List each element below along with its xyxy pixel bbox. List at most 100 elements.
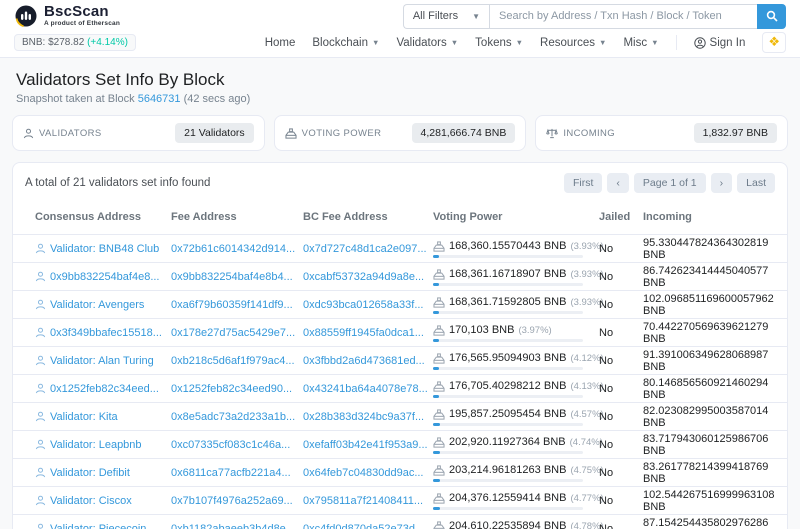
fee-address-link[interactable]: 0x6811ca77acfb221a4... bbox=[171, 467, 291, 479]
table-body: Validator: BNB48 Club 0x72b61c6014342d91… bbox=[13, 235, 787, 529]
consensus-address-link[interactable]: 0x3f349bbafec15518... bbox=[50, 327, 162, 339]
jailed-value: No bbox=[599, 382, 614, 395]
nav-item-home[interactable]: Home bbox=[265, 37, 296, 49]
fee-address-link[interactable]: 0xb218c5d6af1f979ac4... bbox=[171, 355, 295, 367]
person-icon bbox=[35, 411, 46, 422]
table-row: Validator: Piececoin 0xb1182abaeeb3b4d8e… bbox=[13, 515, 787, 529]
bc-fee-address-link[interactable]: 0xefaff03b42e41f953a9... bbox=[303, 439, 428, 451]
fee-address-link[interactable]: 0xa6f79b60359f141df9... bbox=[171, 299, 293, 311]
validators-icon bbox=[23, 128, 34, 139]
consensus-address-link[interactable]: Validator: Avengers bbox=[50, 299, 144, 311]
voting-power-value: 203,214.96181263 BNB bbox=[449, 464, 567, 476]
voting-power-bar bbox=[433, 451, 583, 454]
sign-in-button[interactable]: Sign In bbox=[693, 37, 745, 49]
search-bar: All Filters ▼ bbox=[402, 3, 786, 29]
table-row: 0x1252feb82c34eed... 0x1252feb82c34eed90… bbox=[13, 375, 787, 403]
table-row: Validator: Ciscox 0x7b107f4976a252a69...… bbox=[13, 487, 787, 515]
voting-power-fill bbox=[433, 423, 440, 426]
consensus-address-link[interactable]: 0x1252feb82c34eed... bbox=[50, 383, 159, 395]
consensus-address-link[interactable]: Validator: Leapbnb bbox=[50, 439, 142, 451]
consensus-address-link[interactable]: Validator: Alan Turing bbox=[50, 355, 154, 367]
voting-power-value: 168,360.15570443 BNB bbox=[449, 240, 567, 252]
nav-item-blockchain[interactable]: Blockchain ▼ bbox=[312, 37, 379, 49]
nav-item-resources[interactable]: Resources ▼ bbox=[540, 37, 606, 49]
nav-bar: BNB: $278.82 (+4.14%) Home Blockchain ▼ … bbox=[0, 32, 800, 58]
voting-power-value: 168,361.71592805 BNB bbox=[449, 296, 567, 308]
consensus-address-link[interactable]: 0x9bb832254baf4e8... bbox=[50, 271, 160, 283]
table-row: Validator: Avengers 0xa6f79b60359f141df9… bbox=[13, 291, 787, 319]
chevron-down-icon: ▼ bbox=[651, 38, 659, 47]
bc-fee-address-link[interactable]: 0xcabf53732a94d9a8e... bbox=[303, 271, 424, 283]
consensus-address-link[interactable]: Validator: Ciscox bbox=[50, 495, 132, 507]
bnb-price-change: (+4.14%) bbox=[87, 37, 128, 48]
bc-fee-address-link[interactable]: 0x3fbbd2a6d473681ed... bbox=[303, 355, 425, 367]
search-button[interactable] bbox=[757, 3, 786, 29]
incoming-stat-card: INCOMING 1,832.97 BNB bbox=[535, 115, 789, 151]
search-input[interactable] bbox=[489, 3, 757, 29]
fee-address-link[interactable]: 0x8e5adc73a2d233a1b... bbox=[171, 411, 295, 423]
fee-address-link[interactable]: 0xb1182abaeeb3b4d8e... bbox=[171, 523, 295, 529]
voting-power-value: 176,565.95094903 BNB bbox=[449, 352, 567, 364]
incoming-value: 95.330447824364302819 BNB bbox=[643, 236, 769, 261]
page-content: Validators Set Info By Block Snapshot ta… bbox=[0, 58, 800, 529]
voting-power-stat-card: VOTING POWER 4,281,666.74 BNB bbox=[273, 115, 527, 151]
jailed-value: No bbox=[599, 298, 614, 311]
fee-address-link[interactable]: 0xc07335cf083c1c46a... bbox=[171, 439, 290, 451]
nav-item-tokens[interactable]: Tokens ▼ bbox=[475, 37, 523, 49]
fee-address-link[interactable]: 0x72b61c6014342d914... bbox=[171, 243, 295, 255]
bc-fee-address-link[interactable]: 0xc4fd0d870da52e73d... bbox=[303, 523, 424, 529]
voting-power-bar bbox=[433, 507, 583, 510]
ballot-box-icon bbox=[433, 436, 445, 448]
bnb-price-badge: BNB: $278.82 (+4.14%) bbox=[14, 34, 136, 51]
voting-power-value: 176,705.40298212 BNB bbox=[449, 380, 567, 392]
consensus-address-link[interactable]: Validator: Defibit bbox=[50, 467, 130, 479]
pagination-first-button[interactable]: First bbox=[564, 173, 603, 193]
block-number-link[interactable]: 5646731 bbox=[138, 93, 181, 105]
jailed-value: No bbox=[599, 326, 614, 339]
incoming-stat-label: INCOMING bbox=[563, 127, 616, 139]
bc-fee-address-link[interactable]: 0x28b383d324bc9a37f... bbox=[303, 411, 424, 423]
nav-item-misc[interactable]: Misc ▼ bbox=[623, 37, 658, 49]
bc-fee-address-link[interactable]: 0xdc93bca012658a33f... bbox=[303, 299, 424, 311]
column-header-jailed: Jailed bbox=[599, 210, 631, 223]
voting-power-value: 168,361.16718907 BNB bbox=[449, 268, 567, 280]
fee-address-link[interactable]: 0x9bb832254baf4e8b4... bbox=[171, 271, 293, 283]
chevron-down-icon: ▼ bbox=[515, 38, 524, 47]
person-icon bbox=[35, 355, 46, 366]
pagination-prev-button[interactable]: ‹ bbox=[607, 173, 629, 193]
ballot-box-icon bbox=[433, 324, 445, 336]
fee-address-link[interactable]: 0x178e27d75ac5429e7... bbox=[171, 327, 295, 339]
jailed-value: No bbox=[599, 410, 614, 423]
bc-fee-address-link[interactable]: 0x7d727c48d1ca2e097... bbox=[303, 243, 427, 255]
table-summary: A total of 21 validators set info found bbox=[25, 177, 211, 189]
ballot-box-icon bbox=[433, 408, 445, 420]
table-row: Validator: Leapbnb 0xc07335cf083c1c46a..… bbox=[13, 431, 787, 459]
fee-address-link[interactable]: 0x1252feb82c34eed90... bbox=[171, 383, 292, 395]
pagination-next-button[interactable]: › bbox=[710, 173, 733, 193]
bc-fee-address-link[interactable]: 0x64feb7c04830dd9ac... bbox=[303, 467, 424, 479]
voting-power-bar bbox=[433, 255, 583, 258]
bc-fee-address-link[interactable]: 0x43241ba64a4078e78... bbox=[303, 383, 428, 395]
bc-fee-address-link[interactable]: 0x88559ff1945fa0dca1... bbox=[303, 327, 424, 339]
pagination-last-button[interactable]: Last bbox=[737, 173, 775, 193]
fee-address-link[interactable]: 0x7b107f4976a252a69... bbox=[171, 495, 293, 507]
table-header-row: Consensus Address Fee Address BC Fee Add… bbox=[13, 203, 787, 235]
search-filter-dropdown[interactable]: All Filters ▼ bbox=[402, 3, 489, 29]
voting-power-value: 204,610.22535894 BNB bbox=[449, 520, 567, 529]
incoming-value: 80.146856560921460294 BNB bbox=[643, 376, 769, 401]
voting-power-bar bbox=[433, 311, 583, 314]
consensus-address-link[interactable]: Validator: BNB48 Club bbox=[50, 243, 159, 255]
nav-item-validators[interactable]: Validators ▼ bbox=[396, 37, 458, 49]
bnb-chain-button[interactable]: ❖ bbox=[762, 32, 786, 53]
consensus-address-link[interactable]: Validator: Kita bbox=[50, 411, 118, 423]
nav-divider bbox=[675, 35, 677, 50]
ballot-box-icon bbox=[433, 268, 445, 280]
bc-fee-address-link[interactable]: 0x795811a7f21408411... bbox=[303, 495, 423, 507]
consensus-address-link[interactable]: Validator: Piececoin bbox=[50, 523, 146, 529]
voting-power-bar bbox=[433, 479, 583, 482]
search-icon bbox=[766, 10, 778, 22]
person-icon bbox=[35, 439, 46, 450]
ballot-box-icon bbox=[433, 520, 445, 529]
incoming-value: 86.742623414445040577 BNB bbox=[643, 264, 769, 289]
bscscan-logo[interactable]: BscScan A product of Etherscan bbox=[14, 4, 120, 28]
